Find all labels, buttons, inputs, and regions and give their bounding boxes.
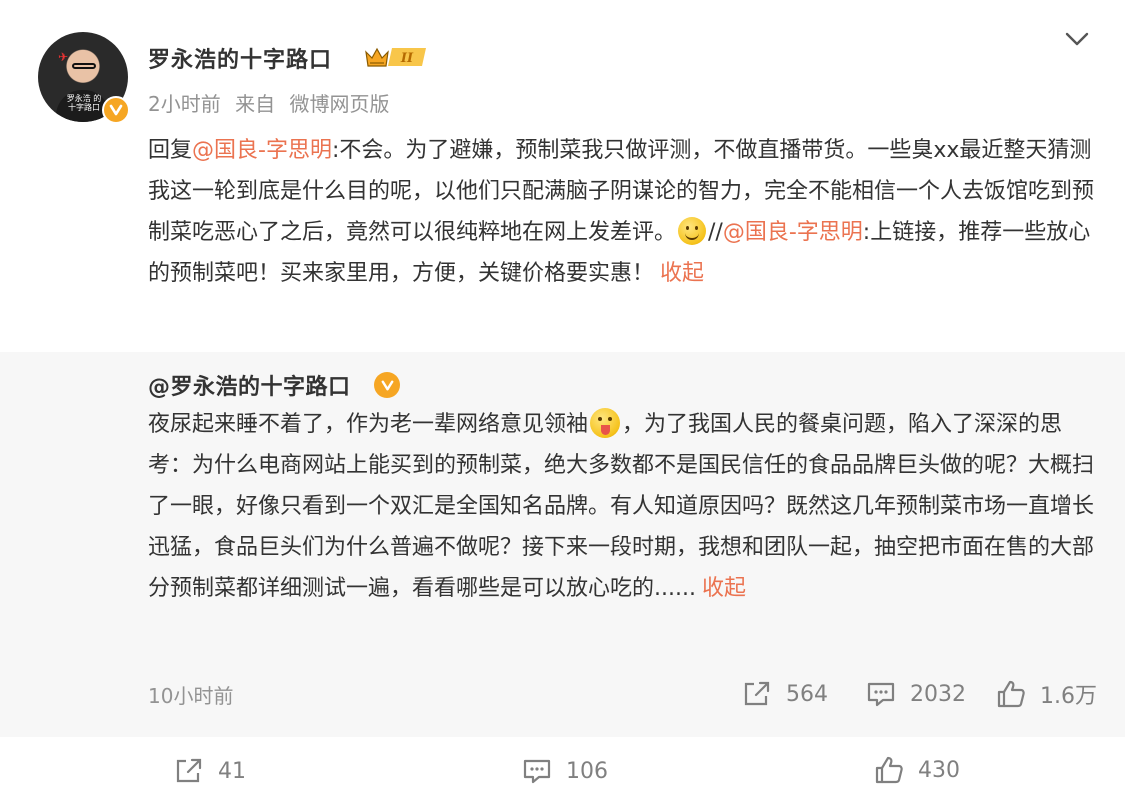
- source-prefix: 来自: [235, 92, 276, 116]
- repost-text-part-1: 夜尿起来睡不着了，作为老一辈网络意见领袖: [148, 412, 589, 437]
- post-text: 回复@国良-字思明:不会。为了避嫌，预制菜我只做评测，不做直播带货。一些臭xx最…: [148, 130, 1098, 294]
- comment-button[interactable]: 106: [522, 757, 608, 785]
- plane-icon: ✈: [58, 50, 69, 64]
- verified-icon: [102, 96, 130, 124]
- weibo-post: ✈ 罗永浩 的十字路口 罗永浩的十字路口 II 2小时前 来自 微博网页版 回复…: [0, 0, 1125, 798]
- repost-like-count: 1.6万: [1040, 684, 1097, 709]
- repost-like-button[interactable]: 1.6万: [996, 678, 1097, 710]
- post-source: 微博网页版: [289, 92, 390, 116]
- member-level: II: [400, 51, 414, 66]
- tongue-emoji-icon: [590, 408, 621, 438]
- member-crown-icon[interactable]: II: [364, 44, 430, 70]
- repost-text-part-2: ，为了我国人民的餐桌问题，陷入了深深的思考：为什么电商网站上能买到的预制菜，绝大…: [148, 412, 1095, 601]
- thumbs-up-icon: [875, 756, 903, 784]
- thumbs-up-icon: [997, 680, 1025, 708]
- repost-share-count: 564: [786, 681, 828, 707]
- mention-link[interactable]: @国良-字思明: [192, 138, 332, 163]
- repost-text: 夜尿起来睡不着了，作为老一辈网络意见领袖 ，为了我国人民的餐桌问题，陷入了深深的思…: [148, 404, 1098, 609]
- share-icon: [744, 681, 770, 706]
- chevron-down-icon[interactable]: [1064, 28, 1090, 50]
- smile-emoji-icon: [678, 217, 707, 245]
- avatar-caption: 罗永浩 的十字路口: [66, 94, 102, 112]
- reply-prefix: 回复: [148, 138, 193, 163]
- comment-icon: [867, 682, 895, 707]
- collapse-link[interactable]: 收起: [660, 261, 704, 286]
- avatar[interactable]: ✈ 罗永浩 的十字路口: [38, 32, 130, 124]
- share-button[interactable]: 41: [174, 757, 246, 785]
- repost-share-button[interactable]: 564: [742, 680, 828, 708]
- repost-collapse-link[interactable]: 收起: [702, 576, 746, 601]
- repost-author[interactable]: @罗永浩的十字路口: [148, 369, 351, 401]
- comment-count: 106: [566, 758, 608, 784]
- repost-comment-count: 2032: [910, 681, 966, 707]
- like-count: 430: [918, 757, 960, 783]
- avatar-glasses: [72, 63, 96, 69]
- verified-icon: [374, 372, 400, 398]
- mention-link-2[interactable]: @国良-字思明: [723, 220, 863, 245]
- repost-comment-button[interactable]: 2032: [866, 680, 966, 708]
- post-meta: 2小时前 来自 微博网页版: [148, 88, 397, 117]
- share-icon: [176, 758, 202, 783]
- repost-separator: //: [708, 220, 723, 245]
- author-name[interactable]: 罗永浩的十字路口: [148, 42, 332, 74]
- repost-time[interactable]: 10小时前: [148, 680, 233, 709]
- post-time[interactable]: 2小时前: [148, 92, 221, 116]
- like-button[interactable]: 430: [874, 755, 960, 785]
- share-count: 41: [218, 758, 246, 784]
- comment-icon: [523, 759, 551, 784]
